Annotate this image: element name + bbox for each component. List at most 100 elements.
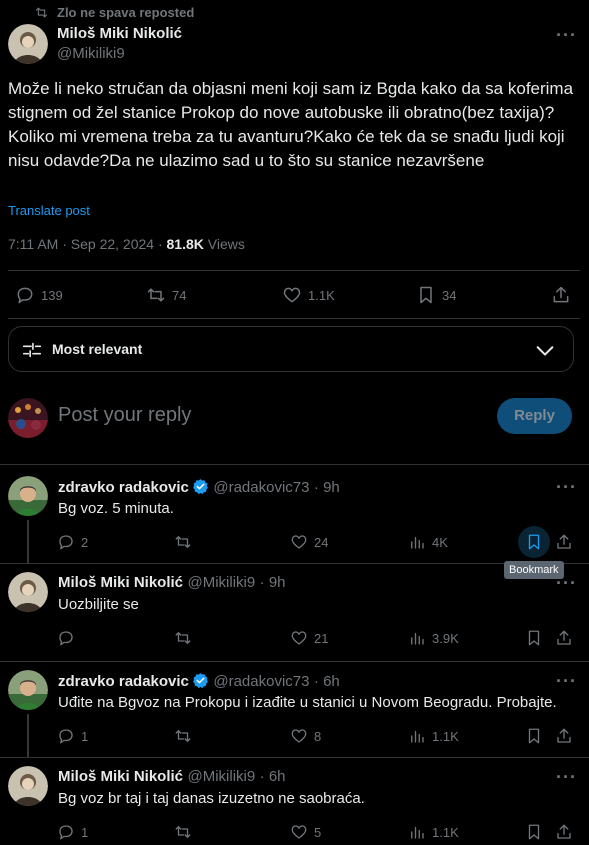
reply-reply-button[interactable]: 2 xyxy=(57,533,88,551)
thread-line xyxy=(27,714,29,758)
reply-header: zdravko radakovic @radakovic73 · 6h xyxy=(58,672,340,691)
reply-like-button[interactable]: 21 xyxy=(290,629,328,647)
reply-share-button[interactable] xyxy=(555,823,573,841)
reply-views-button[interactable]: 4K xyxy=(408,533,448,551)
reply-like-button[interactable]: 24 xyxy=(290,533,328,551)
reply-share-button[interactable] xyxy=(555,629,573,647)
share-icon xyxy=(551,285,571,305)
bookmark-button[interactable]: 34 xyxy=(416,285,456,305)
reply-repost-button[interactable] xyxy=(174,727,198,745)
heart-icon xyxy=(282,285,302,305)
author-name[interactable]: Miloš Miki Nikolić xyxy=(57,25,182,42)
repost-indicator[interactable]: Zlo ne spava reposted xyxy=(34,5,194,20)
chevron-down-icon xyxy=(534,339,556,361)
like-button[interactable]: 1.1K xyxy=(282,285,335,305)
reply-time[interactable]: · 9h xyxy=(260,574,286,591)
verified-badge-icon[interactable] xyxy=(192,672,209,689)
share-button[interactable] xyxy=(551,285,571,305)
reply-like-count: 5 xyxy=(314,824,322,840)
reply-author-name[interactable]: zdravko radakovic xyxy=(58,673,189,690)
reply-avatar[interactable] xyxy=(8,670,48,710)
share-icon xyxy=(555,823,573,841)
verified-badge-icon[interactable] xyxy=(192,478,209,495)
reply-avatar[interactable] xyxy=(8,476,48,516)
reply-avatar[interactable] xyxy=(8,766,48,806)
bookmark-icon xyxy=(525,533,543,551)
reply-bookmark-button[interactable] xyxy=(525,823,543,841)
reply-time[interactable]: · 6h xyxy=(260,768,286,785)
reply-time[interactable]: · 9h xyxy=(314,479,340,496)
reply-author-handle[interactable]: @Mikiliki9 xyxy=(187,768,255,785)
reply-time[interactable]: · 6h xyxy=(314,673,340,690)
share-icon xyxy=(555,727,573,745)
reply-author-name[interactable]: Miloš Miki Nikolić xyxy=(58,574,183,591)
reply-reply-count: 2 xyxy=(81,534,89,550)
tooltip-label: Bookmark xyxy=(509,564,559,576)
repost-icon xyxy=(34,5,49,20)
reply-views-count: 3.9K xyxy=(432,630,459,646)
reply-author-name[interactable]: zdravko radakovic xyxy=(58,479,189,496)
reply-reply-button[interactable]: 1 xyxy=(57,727,88,745)
repost-icon xyxy=(174,533,192,551)
bookmark-icon xyxy=(416,285,436,305)
like-count: 1.1K xyxy=(308,287,335,303)
reply-reply-count: 1 xyxy=(81,728,89,744)
author-handle[interactable]: @Mikiliki9 xyxy=(57,45,125,62)
reply-author-handle[interactable]: @Mikiliki9 xyxy=(187,574,255,591)
author-avatar[interactable] xyxy=(8,24,48,64)
sort-dropdown[interactable]: Most relevant xyxy=(8,326,574,372)
reply-repost-button[interactable] xyxy=(174,533,198,551)
bookmark-icon xyxy=(525,727,543,745)
reply-like-button[interactable]: 5 xyxy=(290,823,321,841)
reply-share-button[interactable] xyxy=(555,727,573,745)
repost-label: Zlo ne spava reposted xyxy=(57,5,195,20)
reply-bookmark-button[interactable] xyxy=(525,727,543,745)
divider xyxy=(0,757,589,758)
my-avatar[interactable] xyxy=(8,398,48,438)
reply-views-button[interactable]: 3.9K xyxy=(408,629,459,647)
reply-views-count: 1.1K xyxy=(432,728,459,744)
reply-input[interactable]: Post your reply xyxy=(58,404,191,427)
reply-icon xyxy=(57,727,75,745)
reply-author-name[interactable]: Miloš Miki Nikolić xyxy=(58,768,183,785)
reply-more-options-icon[interactable]: ··· xyxy=(556,478,577,496)
reply-like-button[interactable]: 8 xyxy=(290,727,321,745)
reply-submit-button[interactable]: Reply xyxy=(497,398,572,434)
reply-reply-count: 1 xyxy=(81,824,89,840)
reply-like-count: 24 xyxy=(314,534,329,550)
reply-button[interactable]: 139 xyxy=(15,285,63,305)
reply-repost-button[interactable] xyxy=(174,823,198,841)
reply-bookmark-button[interactable] xyxy=(518,526,550,558)
bookmark-icon xyxy=(525,629,543,647)
divider xyxy=(0,563,589,564)
repost-icon xyxy=(174,823,192,841)
bookmark-tooltip: Bookmark xyxy=(504,561,564,579)
reply-text: Uozbiljite se xyxy=(58,596,139,613)
divider xyxy=(8,318,580,319)
reply-share-button[interactable] xyxy=(555,533,573,551)
reply-author-handle[interactable]: @radakovic73 xyxy=(213,479,309,496)
reply-icon xyxy=(57,823,75,841)
reply-repost-button[interactable] xyxy=(174,629,198,647)
more-options-icon[interactable]: ··· xyxy=(556,26,577,44)
reply-bookmark-button[interactable] xyxy=(525,629,543,647)
repost-button[interactable]: 74 xyxy=(146,285,186,305)
reply-reply-button[interactable]: 1 xyxy=(57,823,88,841)
repost-count: 74 xyxy=(172,287,187,303)
reply-header: Miloš Miki Nikolić @Mikiliki9 · 9h xyxy=(58,574,286,592)
reply-author-handle[interactable]: @radakovic73 xyxy=(213,673,309,690)
repost-icon xyxy=(174,629,192,647)
post-timestamp[interactable]: 7:11 AM · Sep 22, 2024 · xyxy=(8,236,167,252)
post-text: Može li neko stručan da objasni meni koj… xyxy=(8,79,574,170)
translate-link[interactable]: Translate post xyxy=(8,203,90,218)
reply-more-options-icon[interactable]: ··· xyxy=(556,768,577,786)
reply-avatar[interactable] xyxy=(8,572,48,612)
reply-more-options-icon[interactable]: ··· xyxy=(556,672,577,690)
reply-views-button[interactable]: 1.1K xyxy=(408,823,459,841)
heart-icon xyxy=(290,629,308,647)
reply-more-options-icon[interactable]: ··· xyxy=(556,574,577,592)
reply-reply-button[interactable] xyxy=(57,629,81,647)
reply-views-button[interactable]: 1.1K xyxy=(408,727,459,745)
sort-label: Most relevant xyxy=(52,341,143,357)
reply-header: zdravko radakovic @radakovic73 · 9h xyxy=(58,478,340,497)
